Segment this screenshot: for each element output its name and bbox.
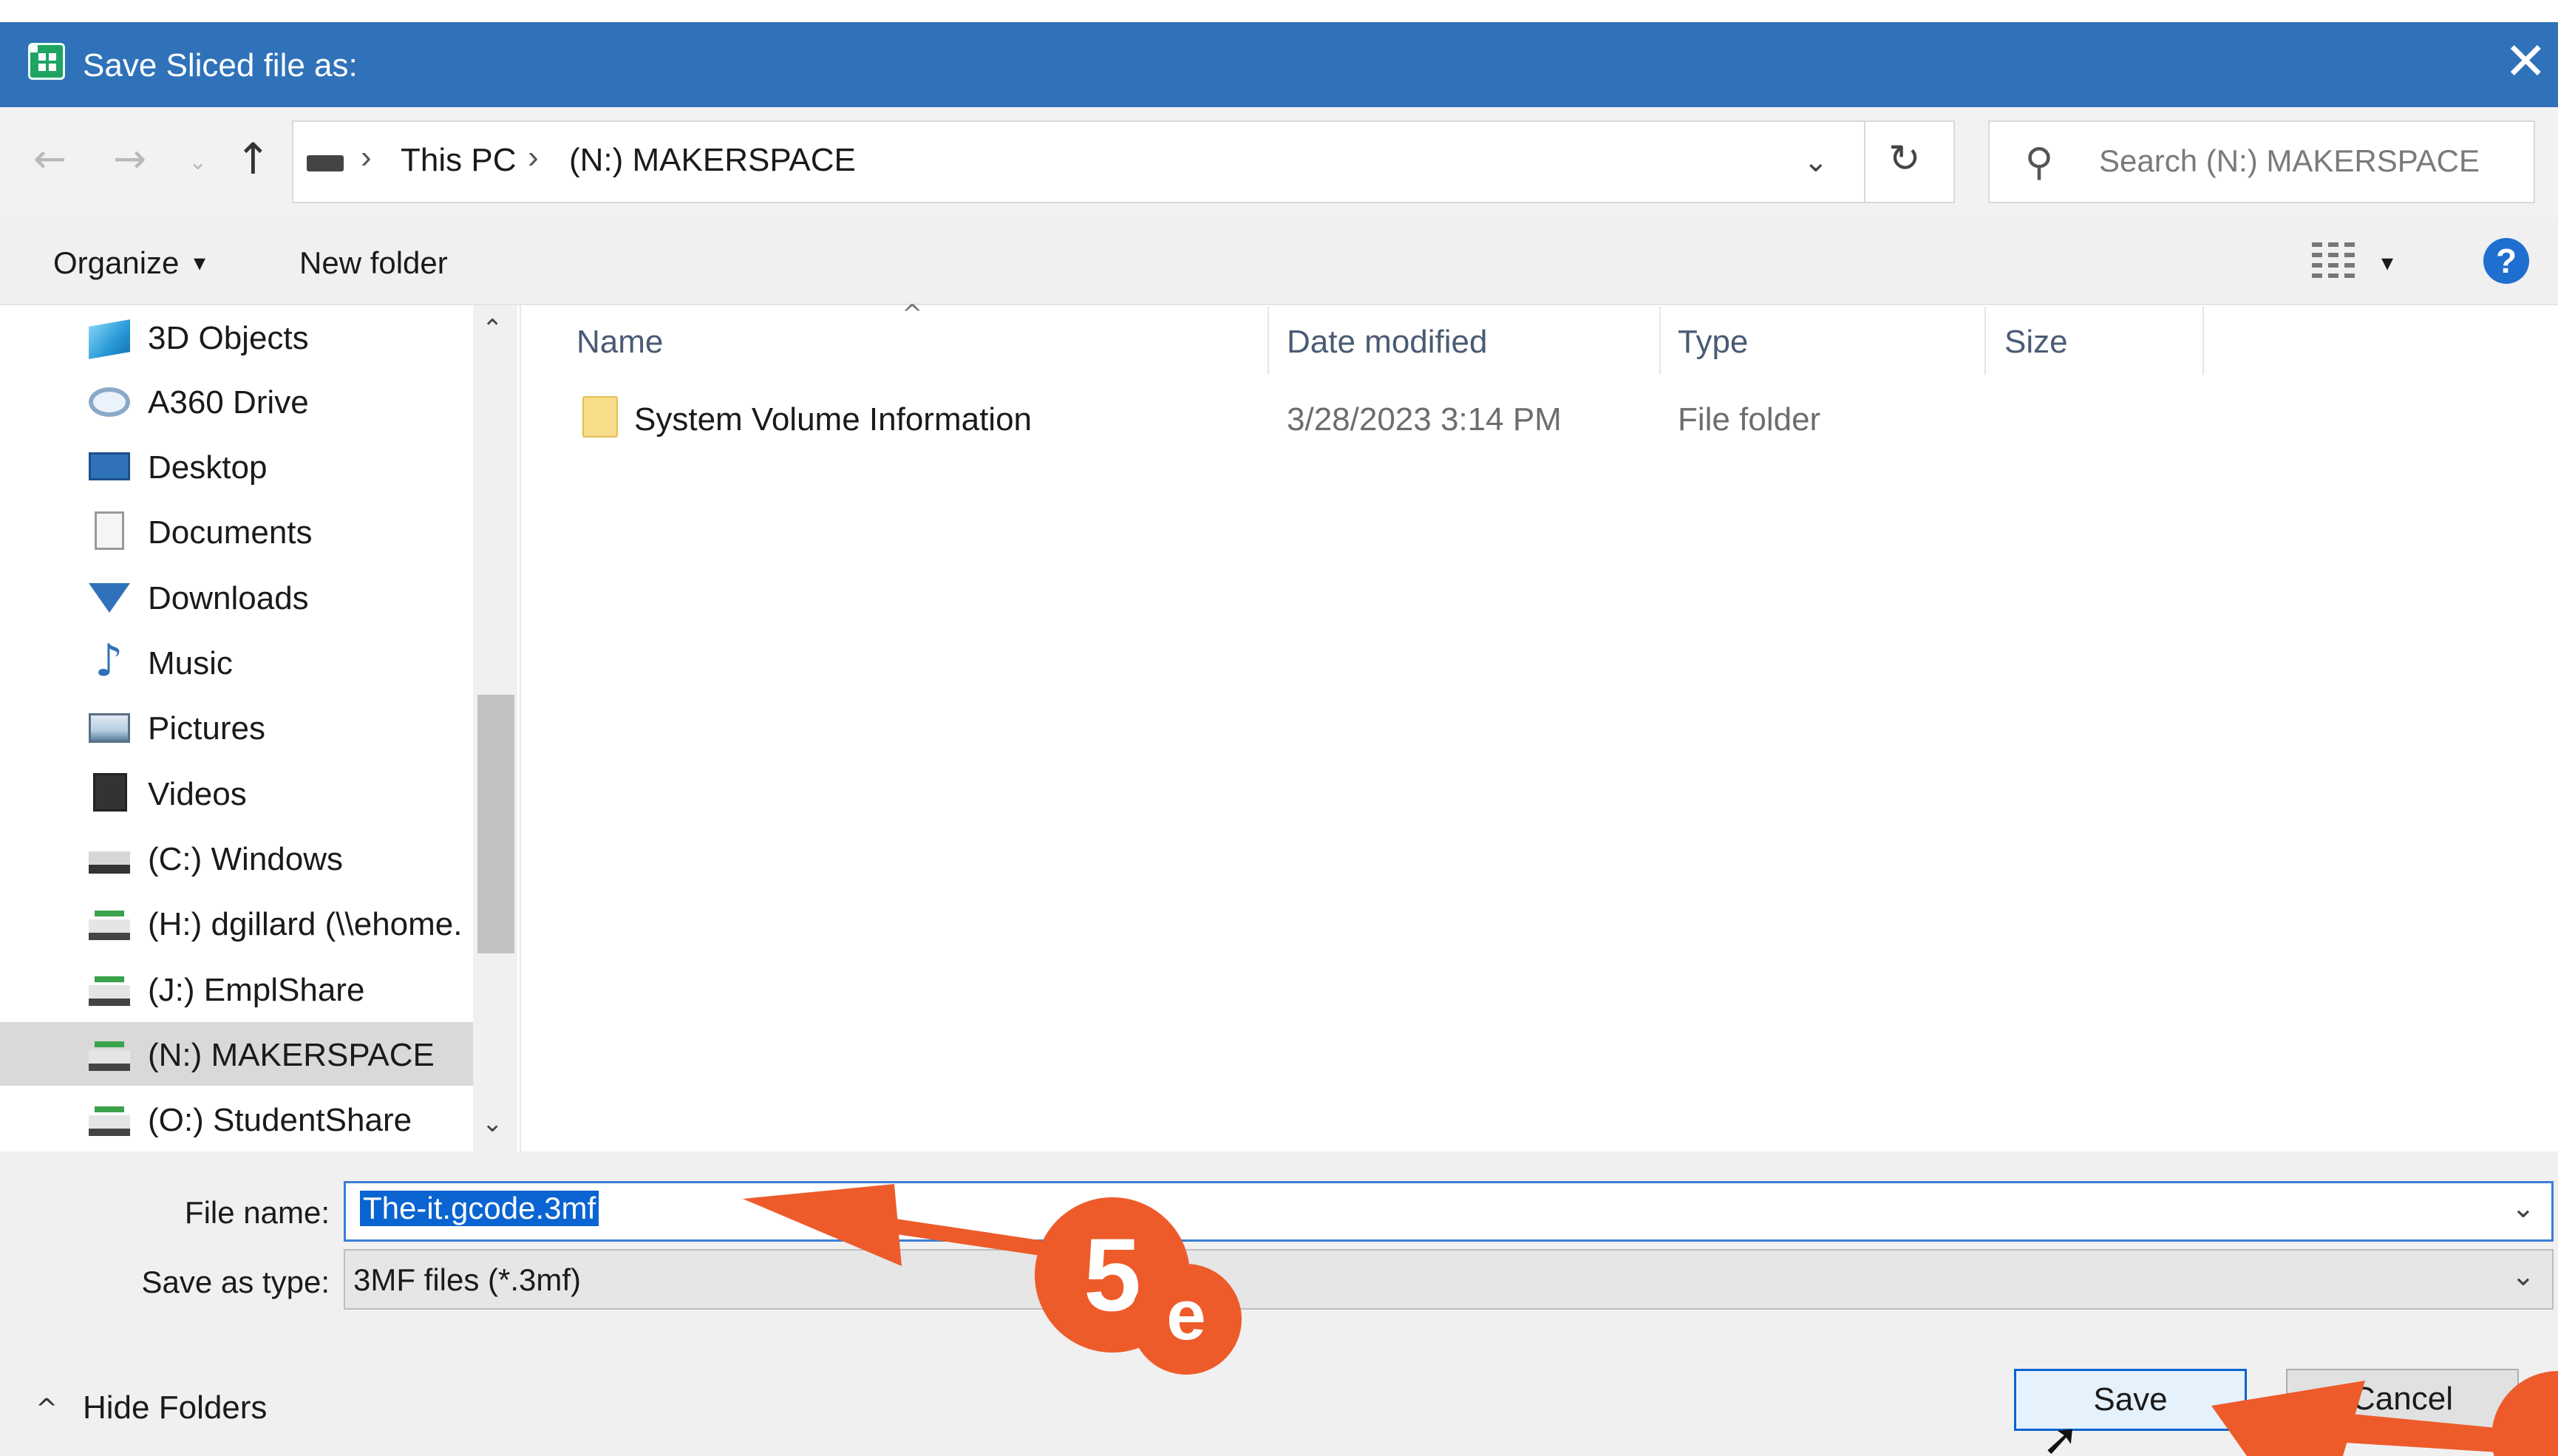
downloads-icon xyxy=(89,583,130,613)
3d-objects-icon xyxy=(89,319,130,359)
sidebar-item-n-makerspace[interactable]: (N:) MAKERSPACE xyxy=(0,1022,473,1086)
step-letter-badge: e xyxy=(1131,1264,1242,1375)
breadcrumb-makerspace[interactable]: (N:) MAKERSPACE xyxy=(569,142,856,179)
organize-button[interactable]: Organize xyxy=(53,245,179,281)
sort-ascending-icon: ^ xyxy=(902,299,923,329)
file-date-cell: 3/28/2023 3:14 PM xyxy=(1287,401,1562,438)
sidebar-item-label: (J:) EmplShare xyxy=(148,972,365,1008)
a360-drive-icon xyxy=(89,387,130,417)
hide-folders-button[interactable]: Hide Folders xyxy=(83,1389,267,1426)
sidebar-item-label: (C:) Windows xyxy=(148,841,344,877)
column-header-name[interactable]: Name xyxy=(576,324,663,361)
organize-caret-icon[interactable]: ▾ xyxy=(194,248,205,276)
sidebar-item-h-dgillard[interactable]: (H:) dgillard (\\ehome. xyxy=(0,891,473,955)
file-type-cell: File folder xyxy=(1678,401,1821,438)
back-arrow-icon[interactable]: ← xyxy=(33,137,67,181)
sidebar-item-label: (O:) StudentShare xyxy=(148,1102,412,1138)
column-header-date-modified[interactable]: Date modified xyxy=(1287,324,1487,361)
desktop-icon xyxy=(89,452,130,480)
column-divider[interactable] xyxy=(1984,307,1986,375)
sidebar-item-music[interactable]: ♪ Music xyxy=(0,630,473,694)
sidebar-item-desktop[interactable]: Desktop xyxy=(0,435,473,498)
sidebar-item-label: Documents xyxy=(148,514,313,551)
network-drive-icon xyxy=(89,1106,130,1136)
view-options-icon[interactable] xyxy=(2312,242,2359,279)
sidebar-item-pictures[interactable]: Pictures xyxy=(0,695,473,759)
search-icon: ⚲ xyxy=(2025,140,2054,185)
title-bar-strip xyxy=(0,22,2558,107)
videos-icon xyxy=(93,773,127,812)
sidebar-item-3d-objects[interactable]: 3D Objects xyxy=(0,305,473,369)
help-icon[interactable]: ? xyxy=(2483,238,2529,284)
sidebar-item-o-studentshare[interactable]: (O:) StudentShare xyxy=(0,1087,473,1151)
sidebar-item-label: (N:) MAKERSPACE xyxy=(148,1037,435,1073)
address-divider xyxy=(1864,122,1865,202)
slicer-app-icon xyxy=(28,43,65,80)
column-divider[interactable] xyxy=(2202,307,2204,375)
pictures-icon xyxy=(89,713,130,743)
breadcrumb-separator: › xyxy=(528,139,539,175)
sidebar-item-j-emplshare[interactable]: (J:) EmplShare xyxy=(0,957,473,1021)
save-as-type-dropdown-icon[interactable]: ⌄ xyxy=(2511,1259,2535,1292)
sidebar-item-documents[interactable]: Documents xyxy=(0,500,473,563)
file-name-value[interactable]: The-it.gcode.3mf xyxy=(360,1191,599,1226)
sidebar-item-label: Pictures xyxy=(148,710,265,746)
recent-locations-chevron-icon[interactable]: ⌄ xyxy=(188,140,207,185)
forward-arrow-icon[interactable]: → xyxy=(113,137,146,181)
file-name-field[interactable] xyxy=(344,1181,2554,1242)
address-bar[interactable] xyxy=(292,120,1955,203)
up-arrow-icon[interactable]: ↑ xyxy=(235,137,271,181)
title-bar xyxy=(0,0,2558,107)
network-drive-icon xyxy=(89,976,130,1006)
refresh-icon[interactable]: ↻ xyxy=(1888,137,1921,181)
view-caret-icon[interactable]: ▾ xyxy=(2381,248,2393,276)
sidebar-item-label: Music xyxy=(148,645,233,681)
column-divider[interactable] xyxy=(1659,307,1661,375)
save-as-type-value: 3MF files (*.3mf) xyxy=(353,1262,582,1297)
file-name-dropdown-icon[interactable]: ⌄ xyxy=(2511,1191,2535,1224)
folder-icon xyxy=(582,396,618,438)
sidebar-item-a360-drive[interactable]: A360 Drive xyxy=(0,370,473,433)
scroll-down-icon[interactable]: ⌄ xyxy=(482,1109,503,1138)
breadcrumb-separator: › xyxy=(361,139,372,175)
save-as-type-select[interactable] xyxy=(344,1249,2554,1310)
column-header-type[interactable]: Type xyxy=(1678,324,1748,361)
music-icon: ♪ xyxy=(95,635,123,687)
cancel-button[interactable]: Cancel xyxy=(2286,1369,2519,1431)
file-name-label: File name: xyxy=(184,1195,330,1230)
sidebar-scrollbar-thumb[interactable] xyxy=(477,695,514,953)
sidebar-item-c-windows[interactable]: (C:) Windows xyxy=(0,826,473,890)
sidebar-item-label: 3D Objects xyxy=(148,320,309,356)
sidebar-item-label: (H:) dgillard (\\ehome. xyxy=(148,906,463,942)
sidebar-item-label: Desktop xyxy=(148,449,268,486)
file-name-cell[interactable]: System Volume Information xyxy=(634,401,1032,438)
sidebar-item-label: A360 Drive xyxy=(148,384,309,421)
search-placeholder: Search (N:) MAKERSPACE xyxy=(2099,143,2480,178)
documents-icon xyxy=(95,511,124,550)
scroll-up-icon[interactable]: ⌃ xyxy=(482,314,503,344)
new-folder-button[interactable]: New folder xyxy=(299,245,448,281)
network-drive-icon xyxy=(89,1041,130,1071)
sidebar-item-label: Downloads xyxy=(148,580,309,616)
address-dropdown-icon[interactable]: ⌄ xyxy=(1803,145,1829,179)
mouse-cursor-icon: ➚ xyxy=(2042,1414,2080,1456)
hide-folders-chevron-icon[interactable]: ^ xyxy=(35,1394,58,1424)
sidebar-item-videos[interactable]: Videos xyxy=(0,761,473,825)
window-title: Save Sliced file as: xyxy=(83,47,358,84)
breadcrumb-this-pc[interactable]: This PC xyxy=(401,142,516,179)
column-header-size[interactable]: Size xyxy=(2004,324,2068,361)
drive-icon xyxy=(307,155,344,171)
network-drive-icon xyxy=(89,911,130,940)
close-icon[interactable]: ✕ xyxy=(2504,35,2548,87)
sidebar-item-downloads[interactable]: Downloads xyxy=(0,565,473,629)
sidebar-item-label: Videos xyxy=(148,776,247,812)
column-divider[interactable] xyxy=(1268,307,1269,375)
windows-drive-icon xyxy=(89,851,130,874)
save-as-type-label: Save as type: xyxy=(141,1265,330,1299)
